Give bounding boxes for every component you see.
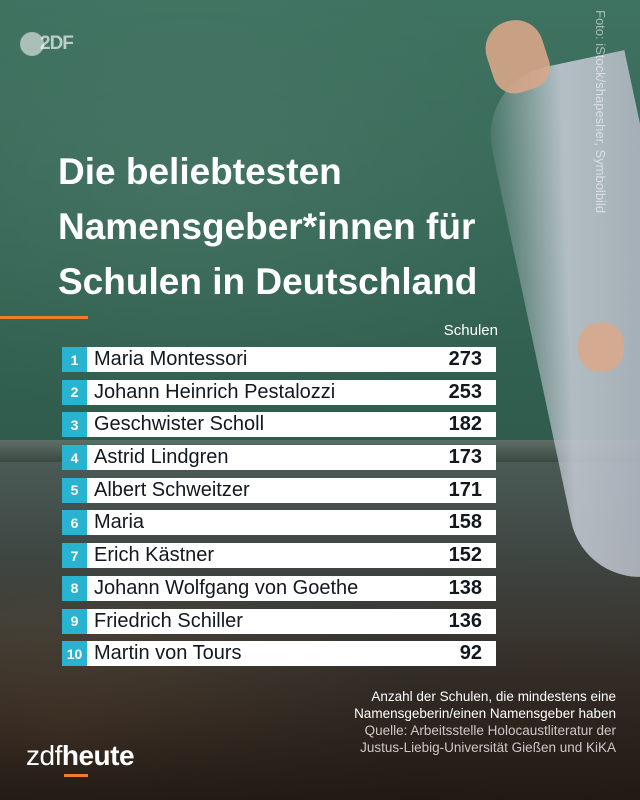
table-row: 4 Astrid Lindgren 173 <box>62 445 496 471</box>
school-count: 182 <box>448 413 482 436</box>
rank-badge: 10 <box>62 641 87 667</box>
school-count: 152 <box>448 544 482 567</box>
footnote: Anzahl der Schulen, die mindestens eine … <box>196 688 616 756</box>
school-count: 253 <box>448 380 482 403</box>
table-row: 6 Maria 158 <box>62 510 496 536</box>
school-count: 138 <box>448 576 482 599</box>
school-count: 92 <box>459 642 482 665</box>
rank-badge: 1 <box>62 347 87 372</box>
zdf-logo-text: 2DF <box>40 33 74 54</box>
ranking-table: 1 Maria Montessori 273 2 Johann Heinrich Pes… <box>62 347 496 674</box>
rank-badge: 6 <box>62 510 87 536</box>
school-count: 273 <box>448 348 482 370</box>
table-row: 2 Johann Heinrich Pestalozzi 253 <box>62 379 496 405</box>
school-namesake: Maria Montessori <box>94 348 248 370</box>
brand-underline <box>64 774 88 777</box>
footnote-line-2: Namensgeberin/einen Namensgeber haben <box>354 706 616 721</box>
table-row: 7 Erich Kästner 152 <box>62 543 496 569</box>
footnote-line-1: Anzahl der Schulen, die mindestens eine <box>371 689 616 704</box>
teacher-fist <box>578 322 624 372</box>
brand-suffix: heute <box>61 740 135 771</box>
school-namesake: Martin von Tours <box>94 642 242 665</box>
rank-badge: 8 <box>62 575 87 601</box>
rank-badge: 7 <box>62 543 87 569</box>
column-header-schulen: Schulen <box>443 322 498 339</box>
rank-badge: 3 <box>62 412 87 438</box>
school-namesake: Johann Heinrich Pestalozzi <box>94 380 336 403</box>
table-row: 1 Maria Montessori 273 <box>62 347 496 372</box>
rank-badge: 4 <box>62 445 87 471</box>
table-row: 8 Johann Wolfgang von Goethe 138 <box>62 575 496 601</box>
school-count: 173 <box>448 446 482 469</box>
title-accent-line <box>0 316 88 319</box>
zdfheute-logo: zdfheute <box>26 740 135 777</box>
school-namesake: Erich Kästner <box>94 544 215 567</box>
school-namesake: Geschwister Scholl <box>94 413 265 436</box>
school-count: 171 <box>448 478 482 501</box>
zdf-logo-icon: 2DF <box>20 30 74 58</box>
school-namesake: Albert Schweitzer <box>94 478 250 501</box>
source-line-2: Justus-Liebig-Universität Gießen und KiK… <box>360 740 616 755</box>
brand-prefix: zdf <box>26 740 62 771</box>
table-row: 9 Friedrich Schiller 136 <box>62 608 496 634</box>
table-row: 5 Albert Schweitzer 171 <box>62 477 496 503</box>
source-line-1: Quelle: Arbeitsstelle Holocaustliteratur… <box>364 723 616 738</box>
rank-badge: 5 <box>62 477 87 503</box>
chart-title: Die beliebtesten Namensgeber*innen für S… <box>58 151 478 302</box>
school-namesake: Johann Wolfgang von Goethe <box>94 576 359 599</box>
school-namesake: Friedrich Schiller <box>94 609 243 632</box>
table-row: 10 Martin von Tours 92 <box>62 641 496 667</box>
rank-badge: 9 <box>62 608 87 634</box>
table-row: 3 Geschwister Scholl 182 <box>62 412 496 438</box>
school-count: 158 <box>448 511 482 534</box>
school-count: 136 <box>448 609 482 632</box>
school-namesake: Maria <box>94 511 145 534</box>
rank-badge: 2 <box>62 379 87 405</box>
school-namesake: Astrid Lindgren <box>94 446 229 469</box>
